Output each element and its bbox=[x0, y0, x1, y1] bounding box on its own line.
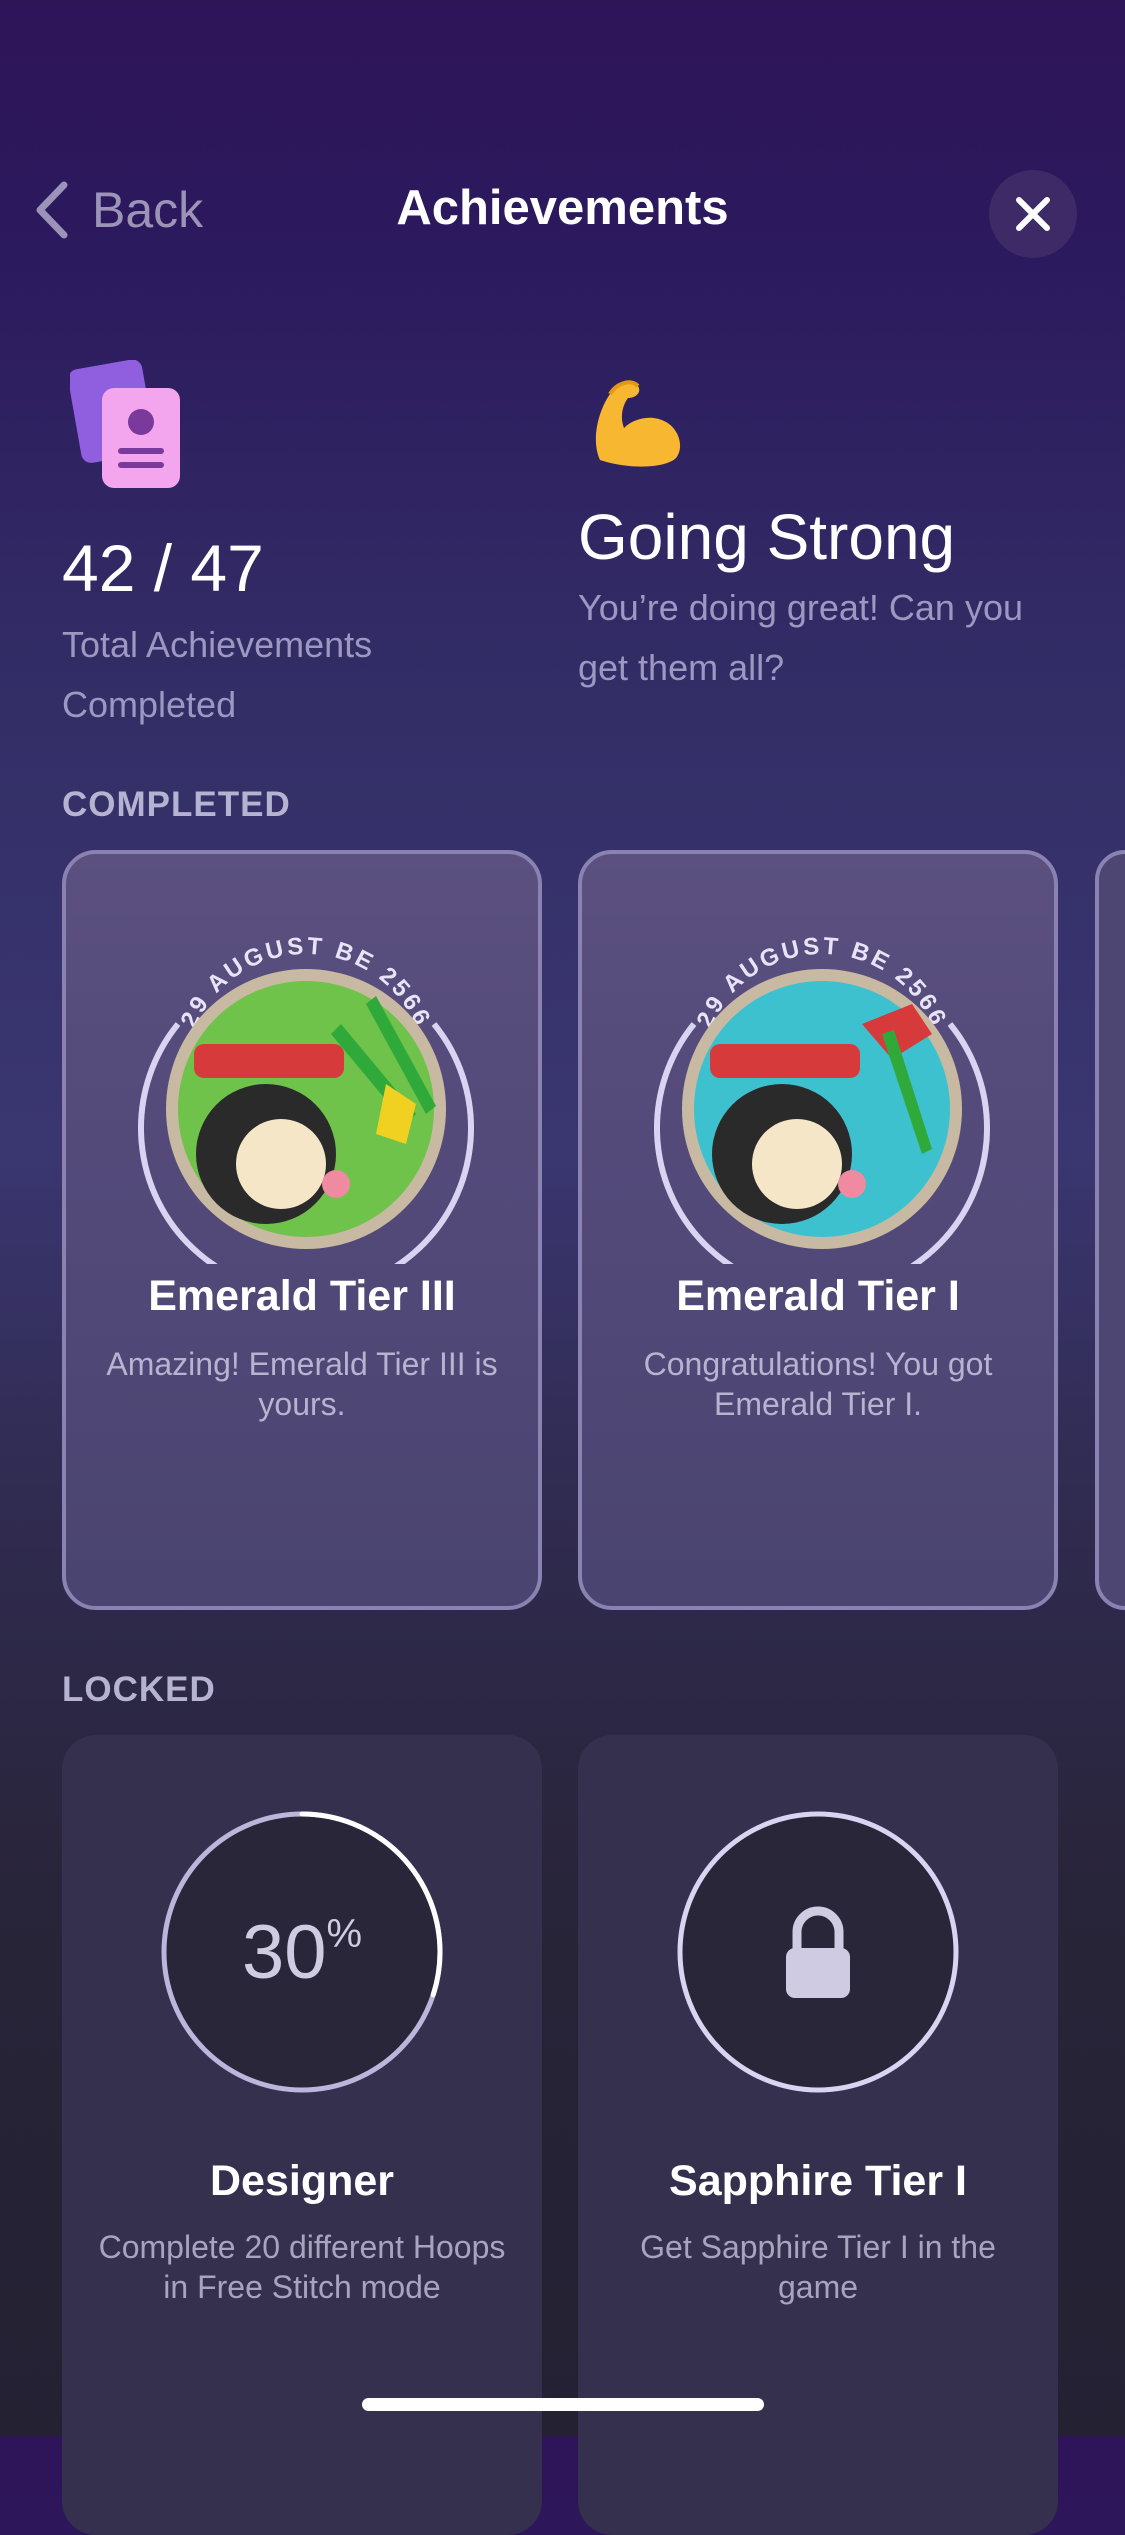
home-indicator bbox=[362, 2398, 764, 2411]
progress-ring: 30% bbox=[160, 1810, 444, 2094]
achievement-name: Designer bbox=[209, 2157, 394, 2205]
status-text: You’re doing great! Can you get them all… bbox=[578, 587, 1023, 688]
completed-section-label: COMPLETED bbox=[62, 785, 291, 824]
progress-value: 30 bbox=[241, 1909, 327, 1995]
achievement-description: Amazing! Emerald Tier III is yours. bbox=[106, 1346, 498, 1422]
achievement-count-caption: Total Achievements Completed bbox=[62, 624, 373, 725]
achievement-name: Sapphire Tier I bbox=[669, 2157, 967, 2205]
achievement-card-emerald-tier-i[interactable]: 29 AUGUST BE 2566 Emerald Tier I Congrat… bbox=[578, 850, 1058, 1610]
emerald-tier-i-badge: 29 AUGUST BE 2566 bbox=[654, 933, 990, 1264]
status-title: Going Strong bbox=[578, 501, 956, 573]
close-button[interactable] bbox=[989, 170, 1077, 258]
progress-unit: % bbox=[326, 1911, 363, 1956]
achievement-cards-icon bbox=[70, 360, 180, 488]
achievement-card-sapphire-tier-i[interactable]: Sapphire Tier I Get Sapphire Tier I in t… bbox=[578, 1735, 1058, 2535]
achievement-count: 42 / 47 bbox=[62, 531, 264, 605]
achievement-card-next-peek[interactable] bbox=[1095, 850, 1125, 1610]
achievement-name: Emerald Tier I bbox=[676, 1272, 960, 1320]
emerald-tier-iii-badge: 29 AUGUST BE 2566 bbox=[138, 933, 474, 1264]
achievement-card-designer[interactable]: 30% Designer Complete 20 different Hoops… bbox=[62, 1735, 542, 2535]
locked-section-label: LOCKED bbox=[62, 1670, 216, 1709]
achievement-card-emerald-tier-iii[interactable]: 29 AUGUST BE 2566 Emerald Tier III Amazi… bbox=[62, 850, 542, 1610]
progress-percent: 30% bbox=[160, 1810, 444, 2094]
locked-ring bbox=[676, 1810, 960, 2094]
achievement-description: Complete 20 different Hoops in Free Stit… bbox=[98, 2229, 506, 2305]
achievement-description: Congratulations! You got Emerald Tier I. bbox=[643, 1346, 993, 1422]
achievement-name: Emerald Tier III bbox=[148, 1272, 456, 1320]
close-icon bbox=[1016, 197, 1050, 231]
page-title: Achievements bbox=[396, 181, 729, 235]
achievement-description: Get Sapphire Tier I in the game bbox=[640, 2229, 996, 2305]
flexed-biceps-icon bbox=[595, 380, 681, 467]
